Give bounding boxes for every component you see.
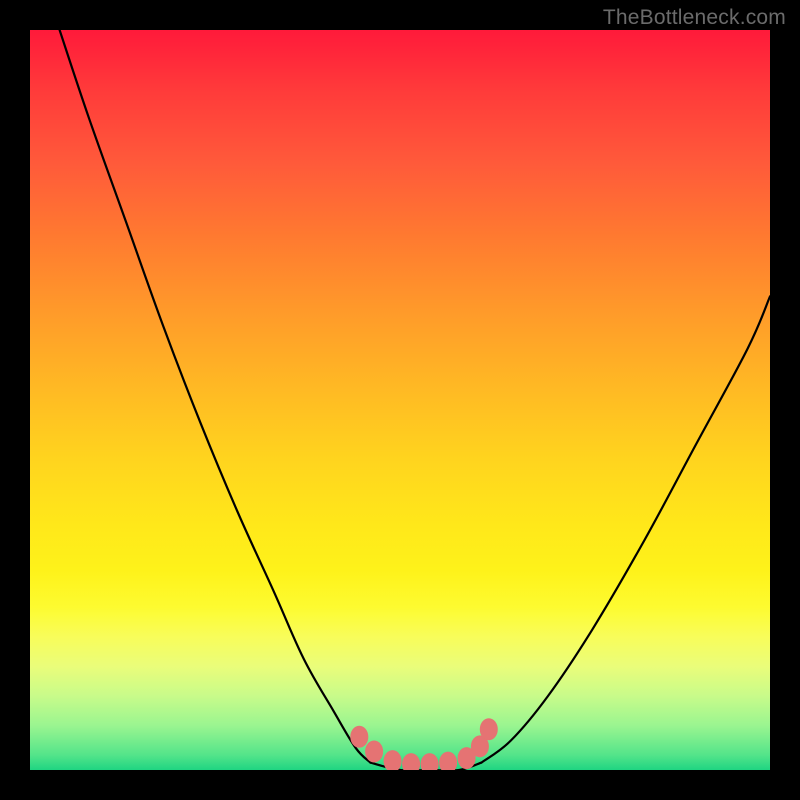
trough-beads	[351, 719, 498, 770]
watermark-text: TheBottleneck.com	[603, 6, 786, 30]
plot-area	[30, 30, 770, 770]
bead-marker	[421, 754, 438, 770]
bead-marker	[403, 754, 420, 770]
bottleneck-curve-svg	[30, 30, 770, 770]
bead-marker	[384, 751, 401, 770]
bead-marker	[440, 752, 457, 770]
chart-frame: TheBottleneck.com	[0, 0, 800, 800]
bead-marker	[351, 726, 368, 747]
bead-marker	[366, 741, 383, 762]
curve-right-arm	[481, 296, 770, 762]
bead-marker	[480, 719, 497, 740]
curve-left-arm	[60, 30, 371, 763]
